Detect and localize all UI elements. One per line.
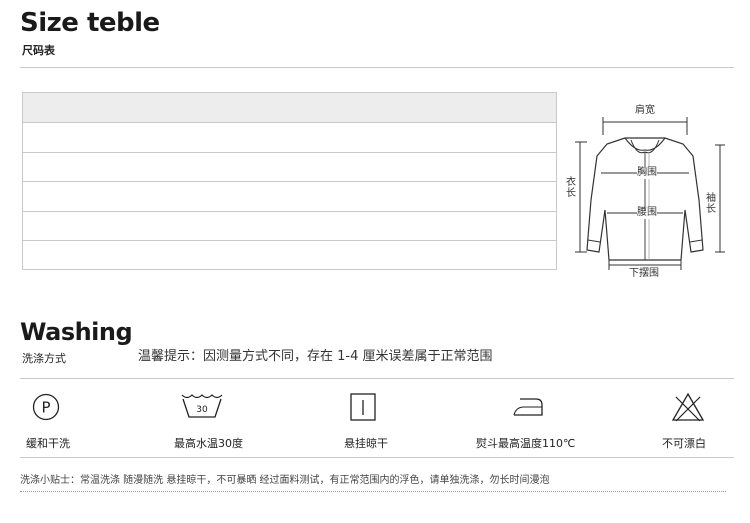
size-table-row: [23, 153, 556, 183]
size-table-row: [23, 212, 556, 242]
size-section-divider: [20, 67, 734, 68]
care-item-label: 悬挂晾干: [344, 437, 388, 450]
measurement-tip: 温馨提示：因测量方式不同，存在 1-4 厘米误差属于正常范围: [138, 349, 493, 364]
iron-icon: [513, 398, 543, 416]
care-item-iron: 熨斗最高温度110℃: [470, 379, 620, 459]
size-table: [22, 92, 557, 270]
dry-clean-p-icon: P: [32, 393, 60, 421]
size-section-subtitle: 尺码表: [22, 44, 55, 57]
hem-label: 下摆围: [629, 268, 659, 280]
care-item-no-bleach: 不可漂白: [640, 379, 734, 459]
line-dry-icon: [350, 393, 376, 421]
care-item-line-dry: 悬挂晾干: [330, 379, 440, 459]
washing-tips-note: 洗涤小贴士：常温洗涤 随漫随洗 悬挂晾干，不可暴晒 经过面料测试，有正常范围内的…: [20, 475, 550, 486]
care-symbols-row: P 缓和干洗 30 最高水温30度 悬挂晾干 熨斗最高温度110℃ 不可漂白: [20, 378, 734, 458]
chest-label: 胸围: [637, 167, 657, 179]
length-label: 衣长: [565, 177, 577, 199]
care-item-wash-30: 30 最高水温30度: [160, 379, 300, 459]
sleeve-label: 袖长: [705, 193, 717, 215]
waist-label: 腰围: [637, 207, 657, 219]
washing-section-subtitle: 洗涤方式: [22, 352, 66, 365]
size-table-row: [23, 123, 556, 153]
care-item-label: 最高水温30度: [174, 437, 243, 450]
wash-30-icon: 30: [181, 394, 223, 418]
dotted-divider: [20, 491, 726, 492]
care-item-dry-clean: P 缓和干洗: [20, 379, 140, 459]
care-item-label: 不可漂白: [662, 437, 706, 450]
shoulder-label: 肩宽: [635, 105, 655, 117]
care-item-label: 缓和干洗: [26, 437, 70, 450]
size-table-row: [23, 182, 556, 212]
size-section-title: Size teble: [20, 8, 160, 38]
size-table-row: [23, 241, 556, 271]
svg-text:30: 30: [196, 405, 208, 415]
washing-section-title: Washing: [20, 318, 133, 346]
svg-text:P: P: [41, 399, 50, 417]
shirt-measurement-diagram: 肩宽 胸围 腰围 衣长 袖长 下摆围: [565, 100, 735, 285]
care-item-label: 熨斗最高温度110℃: [476, 437, 576, 450]
no-bleach-icon: [671, 392, 705, 422]
size-table-header: [23, 93, 556, 123]
